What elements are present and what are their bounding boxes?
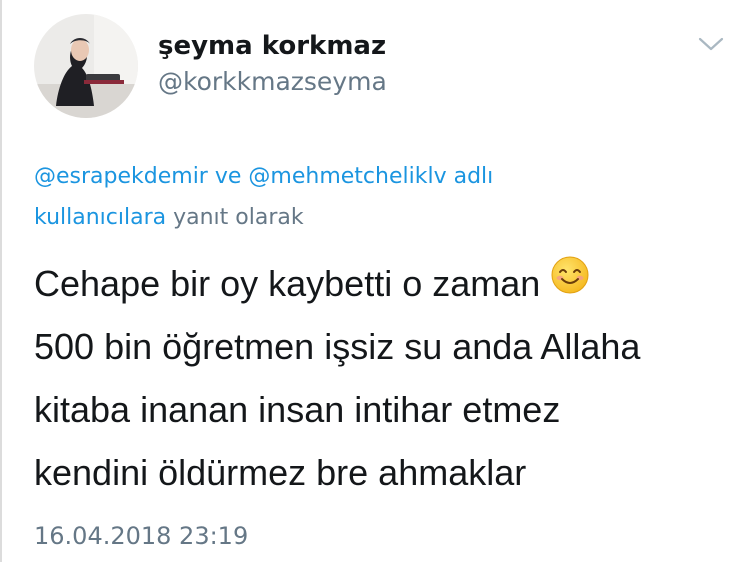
reply-connector-link[interactable]: ve <box>215 164 242 189</box>
reply-mention-link[interactable]: @mehmetcheliklv <box>248 164 446 189</box>
tweet-text-segment: Cehape bir oy kaybetti o zaman <box>34 263 541 304</box>
smiling-face-icon <box>550 251 590 314</box>
reply-mention-link[interactable]: @esrapekdemir <box>34 164 208 189</box>
tweet-timestamp[interactable]: 16.04.2018 23:19 <box>34 520 248 552</box>
tweet-text: Cehape bir oy kaybetti o zaman 500 bin ö… <box>34 252 734 504</box>
chevron-down-icon[interactable] <box>696 32 726 56</box>
display-name[interactable]: şeyma korkmaz <box>158 30 386 62</box>
left-border-divider <box>0 0 2 562</box>
avatar-photo-icon <box>34 14 138 118</box>
tweet-text-line: Cehape bir oy kaybetti o zaman <box>34 252 734 315</box>
tweet-text-line: kitaba inanan insan intihar etmez <box>34 389 561 430</box>
tweet-text-line: kendini öldürmez bre ahmaklar <box>34 452 527 493</box>
reply-mention-suffix-link[interactable]: adlı <box>454 164 494 189</box>
reply-context-label: yanıt olarak <box>173 205 304 230</box>
reply-context: @esrapekdemir ve @mehmetcheliklv adlı ku… <box>34 156 714 238</box>
avatar[interactable] <box>34 14 138 118</box>
tweet-card: şeyma korkmaz @korkkmazseyma @esrapekdem… <box>0 0 739 562</box>
user-handle[interactable]: @korkkmazseyma <box>158 66 387 98</box>
reply-users-link[interactable]: kullanıcılara <box>34 205 166 230</box>
tweet-text-line: 500 bin öğretmen işsiz su anda Allaha <box>34 326 641 367</box>
